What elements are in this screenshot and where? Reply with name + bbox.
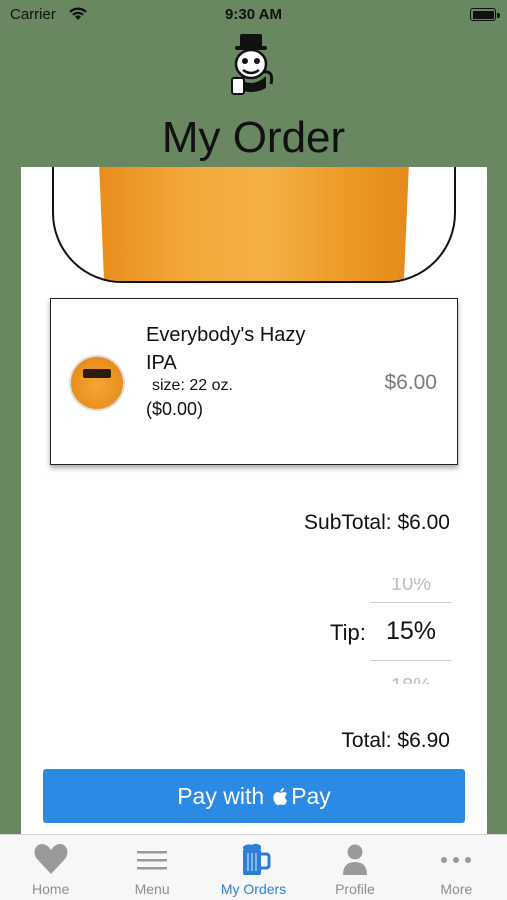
order-item-card[interactable]: Everybody's Hazy IPA size: 22 oz. ($0.00…: [50, 298, 458, 465]
tab-label: My Orders: [220, 881, 287, 897]
total-label: Total: $6.90: [341, 729, 450, 752]
tip-picker-row: 10% Tip: 15% 18%: [0, 570, 507, 685]
tip-label: Tip:: [330, 620, 366, 645]
brewery-mascot-logo: [231, 34, 274, 95]
status-time: 9:30 AM: [225, 6, 282, 23]
battery-icon: [470, 8, 500, 21]
pay-button-suffix: Pay: [291, 782, 331, 809]
tip-option-below[interactable]: 18%: [370, 672, 452, 684]
apple-pay-button[interactable]: Pay with Pay: [43, 769, 465, 823]
more-dots-icon: [441, 857, 472, 863]
subtotal-label: SubTotal: $6.00: [304, 511, 450, 534]
status-bar: Carrier 9:30 AM: [0, 0, 507, 30]
item-price: $6.00: [384, 371, 437, 394]
heart-icon: [34, 844, 68, 874]
item-name: Everybody's Hazy IPA: [146, 324, 306, 374]
tab-my-orders[interactable]: My Orders: [203, 835, 304, 900]
tab-bar: Home Menu My Orders Profile More: [0, 834, 507, 900]
tab-label: Profile: [335, 881, 375, 897]
tab-label: Home: [32, 881, 70, 897]
tab-label: Menu: [134, 881, 170, 897]
menu-lines-icon: [137, 851, 168, 870]
tab-profile[interactable]: Profile: [304, 835, 405, 900]
picker-divider: [370, 602, 452, 603]
tab-more[interactable]: More: [406, 835, 507, 900]
item-extra-price: ($0.00): [146, 399, 204, 419]
item-size: size: 22 oz.: [152, 377, 233, 394]
beer-thumbnail-image: [69, 355, 125, 411]
pay-button-prefix: Pay with: [177, 782, 265, 809]
page-title: My Order: [161, 113, 346, 162]
person-icon: [342, 844, 367, 875]
tab-label: More: [440, 881, 473, 897]
tip-picker-selected[interactable]: 15%: [370, 617, 452, 646]
picker-divider: [370, 660, 452, 661]
beer-mug-icon: [242, 843, 271, 875]
beer-glass-image: [52, 167, 456, 285]
tab-home[interactable]: Home: [0, 835, 101, 900]
apple-icon: [273, 787, 288, 805]
tab-menu[interactable]: Menu: [101, 835, 202, 900]
tip-option-above[interactable]: 10%: [370, 578, 452, 592]
